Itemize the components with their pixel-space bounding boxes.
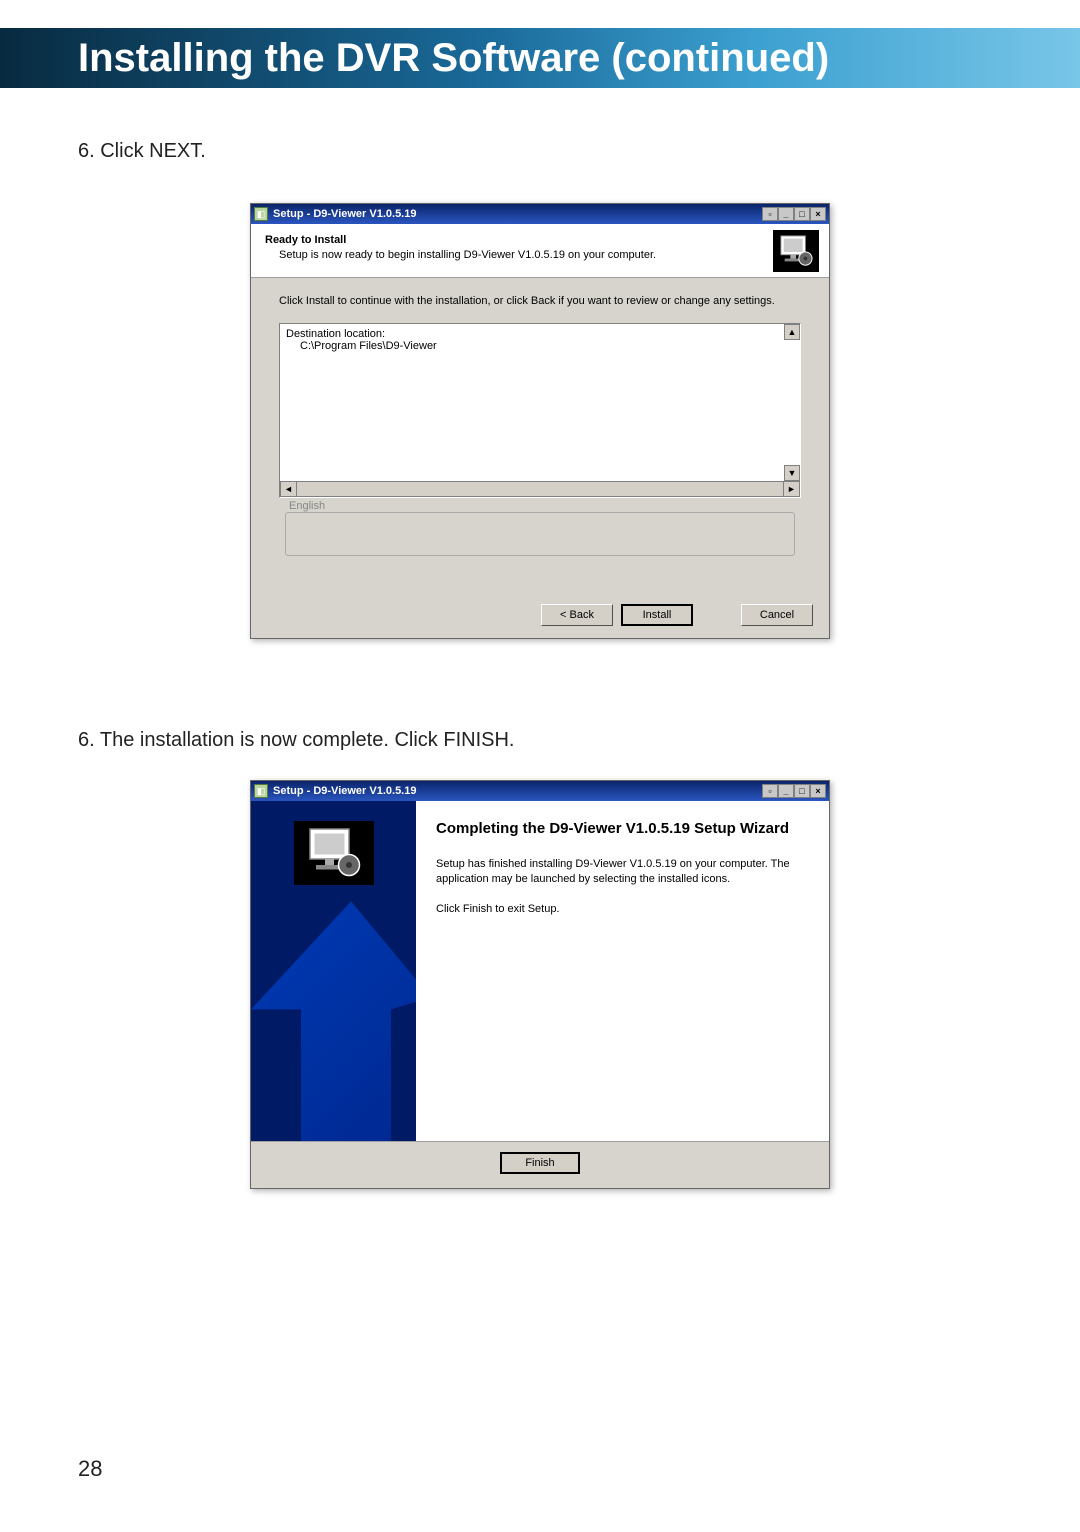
- maximize-icon[interactable]: □: [794, 207, 810, 221]
- wizard-footer: < Back Install Cancel: [251, 596, 829, 638]
- computer-disc-icon: [773, 230, 819, 272]
- maximize-icon[interactable]: □: [794, 784, 810, 798]
- titlebar: ◧ Setup - D9-Viewer V1.0.5.19 ▫ _ □ ×: [251, 204, 829, 224]
- scroll-right-icon[interactable]: ►: [783, 482, 799, 496]
- wizard-body: Click Install to continue with the insta…: [251, 278, 829, 596]
- language-group: English: [279, 508, 801, 586]
- finish-p1: Setup has finished installing D9-Viewer …: [436, 857, 809, 888]
- finish-button[interactable]: Finish: [500, 1152, 580, 1174]
- wizard-footer: Finish: [251, 1141, 829, 1188]
- finish-title: Completing the D9-Viewer V1.0.5.19 Setup…: [436, 819, 809, 839]
- upward-arrow-graphic: [251, 901, 416, 1141]
- language-label: English: [285, 500, 329, 512]
- step-2-text: 6. The installation is now complete. Cli…: [78, 729, 1002, 752]
- page-title: Installing the DVR Software (continued): [78, 36, 829, 81]
- window-title: Setup - D9-Viewer V1.0.5.19: [273, 208, 762, 220]
- close-icon[interactable]: ×: [810, 207, 826, 221]
- scroll-up-icon[interactable]: ▲: [784, 324, 800, 340]
- restore-icon[interactable]: ▫: [762, 784, 778, 798]
- settings-memo: Destination location: C:\Program Files\D…: [279, 323, 801, 498]
- install-instruction: Click Install to continue with the insta…: [279, 294, 801, 309]
- minimize-icon[interactable]: _: [778, 207, 794, 221]
- scroll-left-icon[interactable]: ◄: [281, 482, 297, 496]
- minimize-icon[interactable]: _: [778, 784, 794, 798]
- wizard-body: Completing the D9-Viewer V1.0.5.19 Setup…: [251, 801, 829, 1141]
- installer-ready-window: ◧ Setup - D9-Viewer V1.0.5.19 ▫ _ □ × Re…: [250, 203, 830, 639]
- wizard-side-image: [251, 801, 416, 1141]
- step-1-text: 6. Click NEXT.: [78, 140, 1002, 163]
- destination-label: Destination location:: [286, 328, 794, 340]
- window-controls: ▫ _ □ ×: [762, 207, 826, 221]
- install-button[interactable]: Install: [621, 604, 693, 626]
- close-icon[interactable]: ×: [810, 784, 826, 798]
- setup-app-icon: ◧: [254, 784, 268, 798]
- back-button[interactable]: < Back: [541, 604, 613, 626]
- page-number: 28: [78, 1456, 102, 1482]
- window-title: Setup - D9-Viewer V1.0.5.19: [273, 785, 762, 797]
- titlebar: ◧ Setup - D9-Viewer V1.0.5.19 ▫ _ □ ×: [251, 781, 829, 801]
- page-content: 6. Click NEXT. ◧ Setup - D9-Viewer V1.0.…: [78, 140, 1002, 1189]
- horizontal-scrollbar[interactable]: ◄ ►: [280, 481, 800, 497]
- destination-path: C:\Program Files\D9-Viewer: [286, 340, 794, 352]
- page-banner: Installing the DVR Software (continued): [0, 28, 1080, 88]
- cancel-button[interactable]: Cancel: [741, 604, 813, 626]
- finish-panel: Completing the D9-Viewer V1.0.5.19 Setup…: [416, 801, 829, 1141]
- computer-disc-icon: [294, 821, 374, 885]
- restore-icon[interactable]: ▫: [762, 207, 778, 221]
- finish-p2: Click Finish to exit Setup.: [436, 902, 809, 917]
- wizard-title: Ready to Install: [265, 234, 815, 246]
- installer-finish-window: ◧ Setup - D9-Viewer V1.0.5.19 ▫ _ □ × Co…: [250, 780, 830, 1189]
- setup-app-icon: ◧: [254, 207, 268, 221]
- wizard-subtitle: Setup is now ready to begin installing D…: [265, 249, 815, 261]
- wizard-header: Ready to Install Setup is now ready to b…: [251, 224, 829, 278]
- scroll-down-icon[interactable]: ▼: [784, 465, 800, 481]
- window-controls: ▫ _ □ ×: [762, 784, 826, 798]
